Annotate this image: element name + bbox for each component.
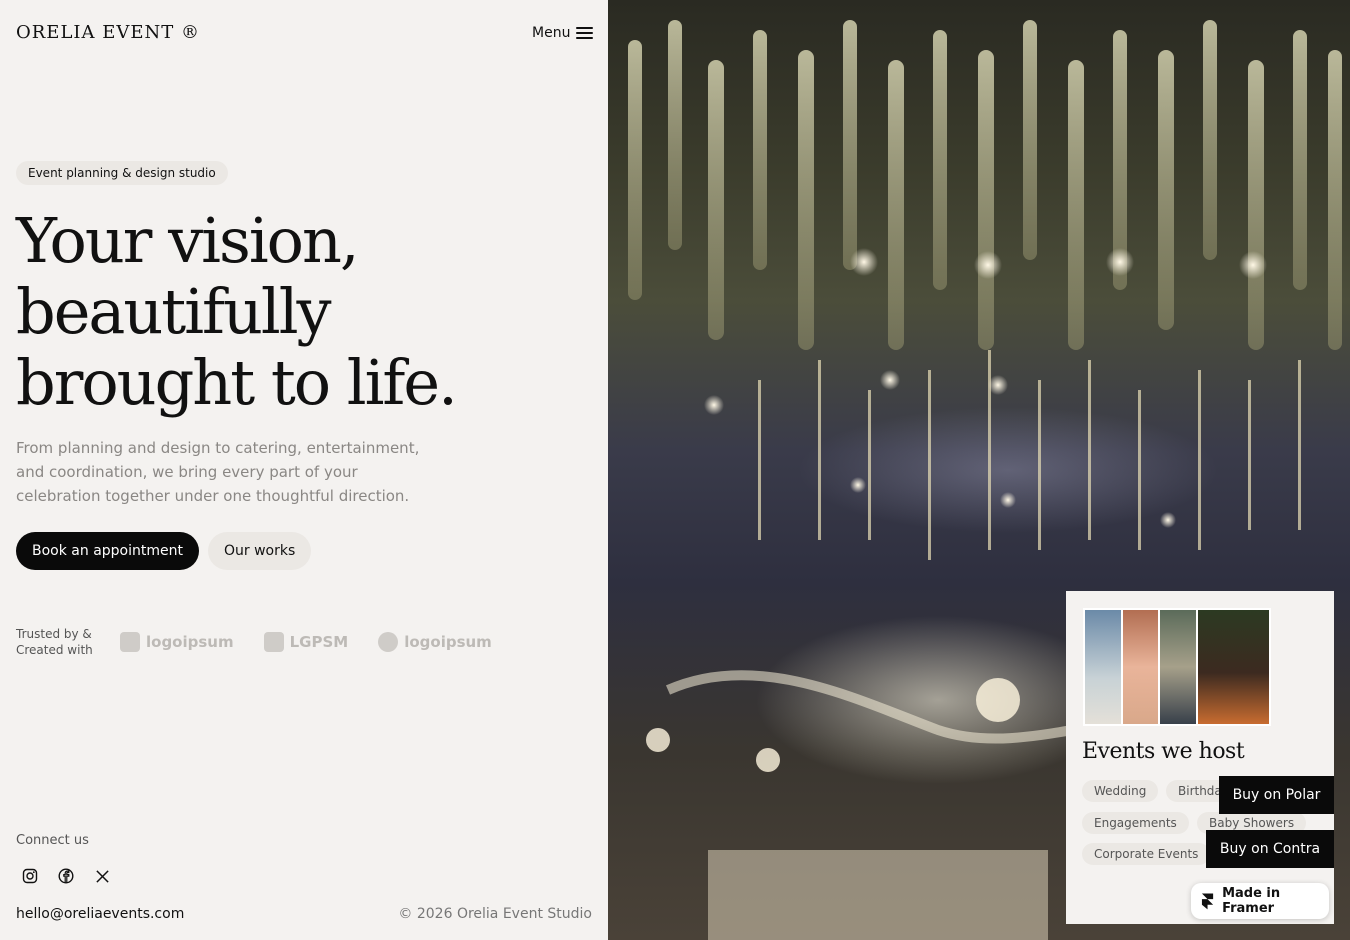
event-tag[interactable]: Wedding	[1082, 780, 1159, 802]
logo-mark-icon	[120, 632, 140, 652]
partner-logo: logoipsum	[120, 632, 234, 652]
framer-icon	[1201, 893, 1214, 910]
menu-label: Menu	[532, 25, 571, 41]
partner-logo: logoipsum	[378, 632, 492, 652]
events-card-title: Events we host	[1082, 739, 1245, 764]
event-tag[interactable]: Corporate Events	[1082, 843, 1211, 865]
logo-mark-icon	[378, 632, 399, 652]
copyright: © 2026 Orelia Event Studio	[398, 906, 592, 922]
event-thumbnail	[1197, 610, 1269, 724]
partner-logo-text: logoipsum	[146, 633, 234, 651]
headline-line-2: beautifully	[16, 275, 332, 348]
made-in-framer-badge[interactable]: Made in Framer	[1191, 883, 1329, 919]
instagram-icon[interactable]	[16, 862, 44, 890]
hero-tag: Event planning & design studio	[16, 161, 228, 185]
book-appointment-button[interactable]: Book an appointment	[16, 532, 199, 570]
menu-button[interactable]: Menu	[532, 25, 594, 41]
x-icon[interactable]	[88, 862, 116, 890]
social-links	[16, 862, 116, 890]
events-card: Events we host Wedding Birthda Engagemen…	[1066, 591, 1334, 924]
logo-mark-icon	[263, 632, 284, 652]
our-works-button[interactable]: Our works	[208, 532, 312, 570]
brand-logo[interactable]: ORELIA EVENT ®	[16, 22, 200, 43]
contact-email[interactable]: hello@oreliaevents.com	[16, 906, 184, 922]
partner-logos: logoipsum LGPSM logoipsum	[120, 626, 580, 658]
event-tag[interactable]: Engagements	[1082, 812, 1189, 834]
buy-on-contra-button[interactable]: Buy on Contra	[1206, 830, 1334, 868]
partner-logo-text: LGPSM	[289, 633, 349, 651]
event-thumbnail	[1160, 610, 1196, 724]
connect-label: Connect us	[16, 833, 89, 848]
left-panel: ORELIA EVENT ® Menu Event planning & des…	[0, 0, 608, 940]
hamburger-icon	[576, 27, 594, 39]
facebook-icon[interactable]	[52, 862, 80, 890]
event-thumbnails	[1083, 608, 1271, 726]
framer-label: Made in Framer	[1222, 886, 1281, 916]
hero-subtitle: From planning and design to catering, en…	[16, 439, 420, 505]
headline-line-3: brought to life.	[16, 346, 458, 419]
event-thumbnail	[1122, 610, 1159, 724]
partner-logo-text: logoipsum	[404, 633, 492, 651]
partner-logo: LGPSM	[263, 632, 349, 652]
headline-line-1: Your vision,	[16, 204, 360, 277]
buy-on-polar-button[interactable]: Buy on Polar	[1219, 776, 1334, 814]
hero-headline: Your vision, beautifully brought to life…	[16, 205, 576, 418]
trusted-label: Trusted by & Created with	[16, 627, 93, 657]
event-thumbnail	[1085, 610, 1121, 724]
